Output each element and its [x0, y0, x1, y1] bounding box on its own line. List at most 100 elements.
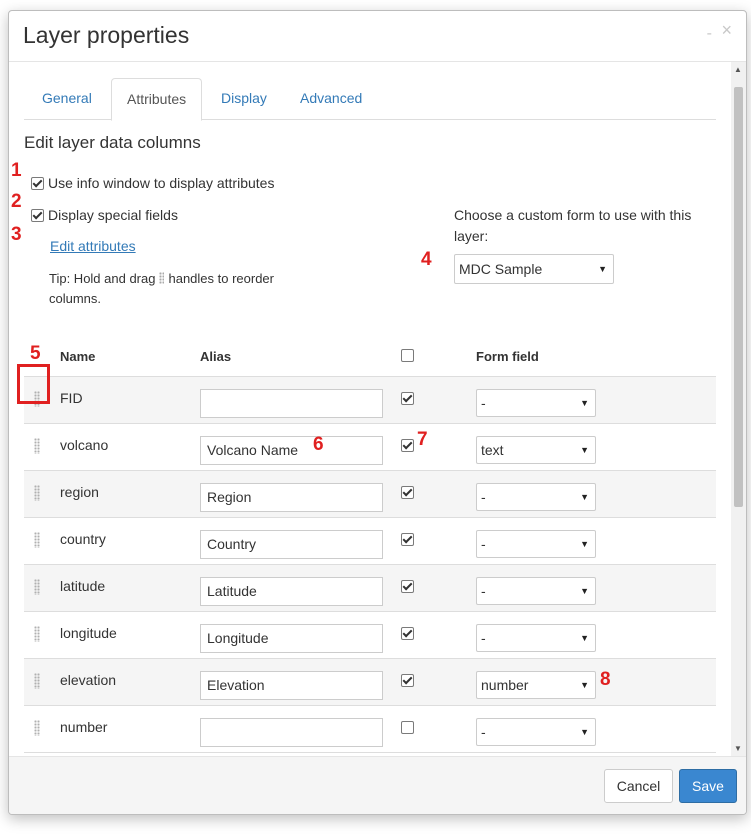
tab-bar: General Attributes Display Advanced: [24, 78, 716, 121]
form-field-value: text: [481, 442, 504, 458]
table-row: region Region - ▼: [24, 470, 716, 518]
visible-checkbox[interactable]: [401, 627, 414, 640]
form-field-select[interactable]: - ▼: [476, 577, 596, 605]
annotation-marker: 4: [421, 249, 432, 270]
column-header-alias: Alias: [200, 349, 232, 364]
field-name: volcano: [60, 437, 109, 453]
visible-checkbox[interactable]: [401, 721, 414, 734]
table-row: volcano Volcano Name text ▼: [24, 423, 716, 471]
form-field-select[interactable]: text ▼: [476, 436, 596, 464]
form-field-value: -: [481, 583, 486, 599]
select-all-checkbox[interactable]: [401, 349, 414, 362]
tab-general[interactable]: General: [27, 78, 107, 118]
field-name: FID: [60, 390, 83, 406]
table-row: FID - ▼: [24, 376, 716, 424]
dropdown-arrow-icon: ▼: [580, 445, 589, 455]
use-info-window-checkbox[interactable]: [31, 177, 44, 190]
dropdown-arrow-icon: ▼: [580, 398, 589, 408]
custom-form-select[interactable]: MDC Sample ▼: [454, 254, 614, 284]
scroll-down-icon[interactable]: ▼: [734, 744, 742, 753]
visible-checkbox[interactable]: [401, 674, 414, 687]
field-name: region: [60, 484, 99, 500]
alias-input[interactable]: [200, 389, 383, 418]
table-row: latitude Latitude - ▼: [24, 564, 716, 612]
visible-checkbox[interactable]: [401, 439, 414, 452]
vertical-scrollbar[interactable]: ▲ ▼: [731, 62, 746, 756]
drag-handle-icon[interactable]: [34, 532, 40, 548]
drag-handle-icon[interactable]: [34, 720, 40, 736]
alias-input[interactable]: Region: [200, 483, 383, 512]
annotation-marker: 6: [313, 434, 324, 455]
save-button[interactable]: Save: [679, 769, 737, 803]
form-field-value: -: [481, 630, 486, 646]
dropdown-arrow-icon: ▼: [580, 680, 589, 690]
form-field-value: -: [481, 489, 486, 505]
drag-handle-icon[interactable]: [34, 673, 40, 689]
form-field-select[interactable]: - ▼: [476, 389, 596, 417]
drag-handle-icon[interactable]: [34, 438, 40, 454]
dialog-body: General Attributes Display Advanced Edit…: [9, 62, 731, 756]
annotation-marker: 1: [11, 160, 22, 181]
alias-input[interactable]: Latitude: [200, 577, 383, 606]
form-field-select[interactable]: number ▼: [476, 671, 596, 699]
table-row: longitude Longitude - ▼: [24, 611, 716, 659]
drag-handle-icon[interactable]: [34, 579, 40, 595]
field-name: longitude: [60, 625, 117, 641]
dropdown-arrow-icon: ▼: [580, 586, 589, 596]
display-special-fields-label: Display special fields: [48, 207, 178, 223]
scroll-up-icon[interactable]: ▲: [734, 65, 742, 74]
tab-display[interactable]: Display: [206, 78, 282, 118]
alias-input[interactable]: Elevation: [200, 671, 383, 700]
drag-handle-icon[interactable]: [34, 626, 40, 642]
table-row: number - ▼: [24, 705, 716, 753]
form-field-value: -: [481, 536, 486, 552]
visible-checkbox[interactable]: [401, 533, 414, 546]
form-field-value: -: [481, 724, 486, 740]
dropdown-arrow-icon: ▼: [598, 264, 607, 274]
annotation-marker: 8: [600, 669, 611, 690]
form-field-select[interactable]: - ▼: [476, 718, 596, 746]
field-name: elevation: [60, 672, 117, 688]
layer-properties-dialog: Layer properties - × General Attributes …: [8, 10, 747, 815]
dropdown-arrow-icon: ▼: [580, 633, 589, 643]
scrollbar-thumb[interactable]: [734, 87, 743, 507]
close-icon[interactable]: ×: [721, 20, 732, 41]
dropdown-arrow-icon: ▼: [580, 492, 589, 502]
form-field-select[interactable]: - ▼: [476, 530, 596, 558]
alias-input[interactable]: Country: [200, 530, 383, 559]
field-name: country: [60, 531, 106, 547]
edit-attributes-link[interactable]: Edit attributes: [50, 238, 136, 254]
annotation-marker: 7: [417, 429, 428, 450]
drag-handle-icon: [159, 272, 165, 284]
visible-checkbox[interactable]: [401, 486, 414, 499]
form-field-value: -: [481, 395, 486, 411]
form-field-select[interactable]: - ▼: [476, 624, 596, 652]
alias-input[interactable]: Volcano Name: [200, 436, 383, 465]
minimize-icon[interactable]: -: [707, 25, 712, 43]
annotation-marker: 3: [11, 224, 22, 245]
cancel-button[interactable]: Cancel: [604, 769, 673, 803]
display-special-fields-checkbox[interactable]: [31, 209, 44, 222]
annotation-marker: 5: [30, 343, 41, 364]
table-row: elevation Elevation number ▼: [24, 658, 716, 706]
section-heading: Edit layer data columns: [24, 133, 201, 152]
alias-input[interactable]: [200, 718, 383, 747]
dropdown-arrow-icon: ▼: [580, 727, 589, 737]
dropdown-arrow-icon: ▼: [580, 539, 589, 549]
drag-handle-icon[interactable]: [34, 485, 40, 501]
alias-input[interactable]: Longitude: [200, 624, 383, 653]
dialog-header: Layer properties - ×: [9, 11, 746, 62]
column-header-name: Name: [60, 349, 96, 364]
dialog-footer: Cancel Save: [9, 756, 746, 814]
form-field-select[interactable]: - ▼: [476, 483, 596, 511]
custom-form-value: MDC Sample: [459, 261, 543, 277]
reorder-tip: Tip: Hold and drag handles to reorder col…: [49, 269, 319, 309]
tip-text-start: Tip: Hold and drag: [49, 271, 156, 286]
tab-attributes[interactable]: Attributes: [111, 78, 203, 121]
visible-checkbox[interactable]: [401, 580, 414, 593]
visible-checkbox[interactable]: [401, 392, 414, 405]
annotation-marker: 2: [11, 191, 22, 212]
tab-advanced[interactable]: Advanced: [285, 78, 377, 118]
custom-form-label: Choose a custom form to use with this la…: [454, 207, 692, 244]
field-name: latitude: [60, 578, 106, 594]
